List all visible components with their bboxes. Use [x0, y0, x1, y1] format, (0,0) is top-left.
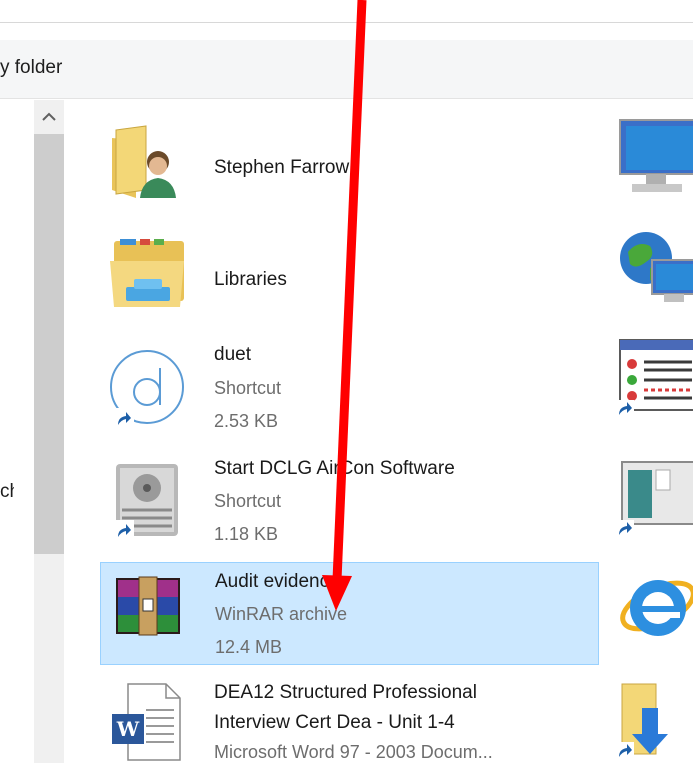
red-arrow-annotation [322, 0, 367, 611]
